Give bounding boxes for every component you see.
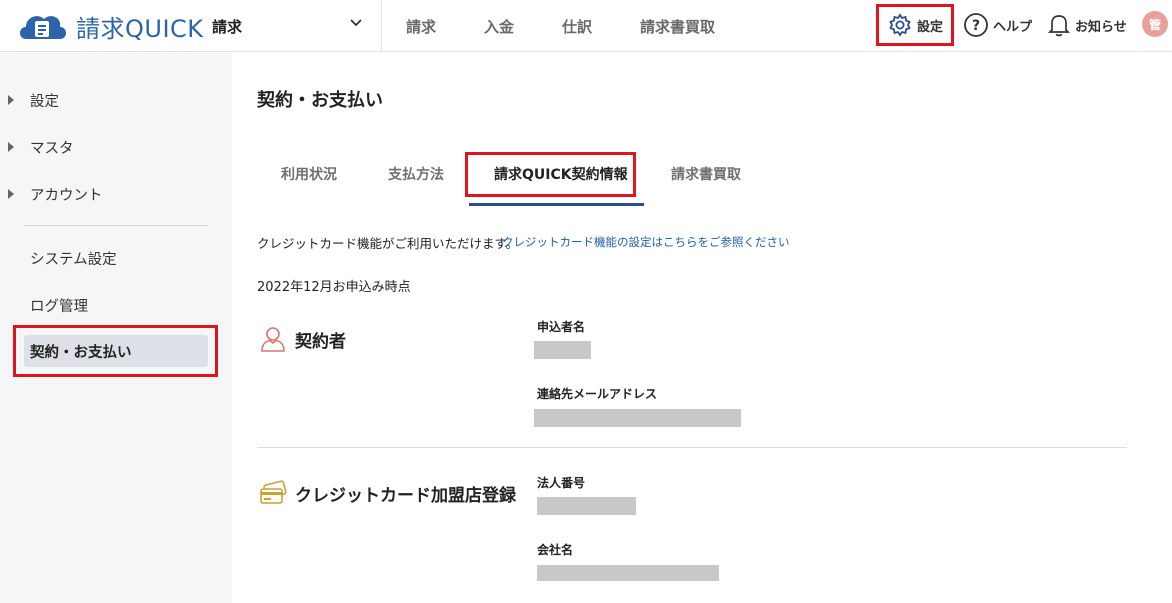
sidebar-item-contract-payment[interactable]: 契約・お支払い	[24, 335, 208, 367]
contact-email-label: 連絡先メールアドレス	[537, 387, 658, 401]
credit-card-note: クレジットカード機能がご利用いただけます。	[257, 236, 519, 251]
settings-button[interactable]: 設定	[876, 4, 954, 46]
sidebar-item-label: ログ管理	[30, 298, 88, 315]
contractor-title-text: 契約者	[295, 331, 346, 352]
company-name-label: 会社名	[537, 543, 574, 557]
top-header: 請求QUICK 請求 請求 入金 仕訳 請求書買取 設定 ? ヘルプ お知らせ …	[0, 0, 1172, 52]
person-icon	[261, 327, 285, 352]
bell-icon	[1047, 15, 1071, 37]
nav-journal[interactable]: 仕訳	[538, 0, 616, 52]
app-logo[interactable]: 請求QUICK	[16, 9, 204, 43]
nav-invoice-purchase[interactable]: 請求書買取	[616, 0, 739, 52]
gear-icon	[889, 13, 911, 37]
caret-right-icon	[8, 189, 14, 199]
applicant-name-label: 申込者名	[537, 320, 586, 334]
company-name-value-redacted	[537, 565, 719, 581]
sidebar-item-master[interactable]: マスタ	[0, 130, 232, 164]
sidebar-item-label: システム設定	[30, 251, 117, 268]
settings-label: 設定	[916, 19, 943, 35]
top-nav: 請求 入金 仕訳 請求書買取	[382, 0, 739, 52]
help-icon: ?	[964, 13, 988, 37]
notice-label: お知らせ	[1075, 19, 1127, 35]
sidebar: 設定 マスタ アカウント システム設定 ログ管理 契約・お支払い	[0, 53, 232, 603]
sidebar-item-label: マスタ	[30, 140, 74, 157]
logo-text: 請求QUICK	[76, 14, 204, 43]
credit-section-title: クレジットカード加盟店登録	[259, 480, 516, 506]
product-select-value: 請求	[212, 17, 243, 36]
corporate-number-value-redacted	[537, 497, 636, 515]
sidebar-item-account[interactable]: アカウント	[0, 177, 232, 211]
active-tab-indicator	[469, 203, 644, 206]
applicant-name-value-redacted	[534, 341, 591, 359]
tab-contract-info[interactable]: 請求QUICK契約情報	[494, 152, 628, 196]
corporate-number-label: 法人番号	[537, 476, 586, 490]
credit-card-help-link[interactable]: クレジットカード機能の設定はこちらをご参照ください	[502, 234, 790, 250]
contact-email-value-redacted	[534, 409, 741, 427]
page-title: 契約・お支払い	[257, 90, 383, 111]
sidebar-item-settings[interactable]: 設定	[0, 83, 232, 117]
caret-right-icon	[8, 142, 14, 152]
sidebar-divider	[24, 225, 208, 226]
svg-text:?: ?	[972, 18, 980, 34]
notice-button[interactable]: お知らせ	[1047, 8, 1127, 42]
nav-invoice[interactable]: 請求	[382, 0, 460, 52]
sidebar-item-log-management[interactable]: ログ管理	[0, 288, 232, 322]
cloud-document-icon	[20, 16, 66, 39]
help-button[interactable]: ? ヘルプ	[963, 8, 1032, 42]
help-label: ヘルプ	[993, 19, 1033, 35]
avatar[interactable]: 管	[1142, 11, 1168, 37]
tab-bar: 利用状況 支払方法 請求QUICK契約情報 請求書買取	[257, 152, 1127, 206]
tab-payment-method[interactable]: 支払方法	[388, 152, 444, 196]
application-date: 2022年12月お申込み時点	[257, 280, 411, 295]
product-select[interactable]: 請求	[212, 0, 382, 52]
sidebar-item-label: 設定	[30, 93, 59, 110]
tab-usage[interactable]: 利用状況	[281, 152, 337, 196]
credit-card-icon	[260, 480, 287, 504]
credit-title-text: クレジットカード加盟店登録	[295, 485, 516, 506]
section-divider	[257, 447, 1127, 448]
sidebar-item-system-settings[interactable]: システム設定	[0, 241, 232, 275]
tab-invoice-purchase[interactable]: 請求書買取	[671, 152, 741, 196]
nav-payment-received[interactable]: 入金	[460, 0, 538, 52]
chevron-down-icon	[350, 19, 362, 27]
sidebar-item-label: アカウント	[30, 187, 103, 204]
caret-right-icon	[8, 95, 14, 105]
contractor-section-title: 契約者	[259, 325, 346, 353]
